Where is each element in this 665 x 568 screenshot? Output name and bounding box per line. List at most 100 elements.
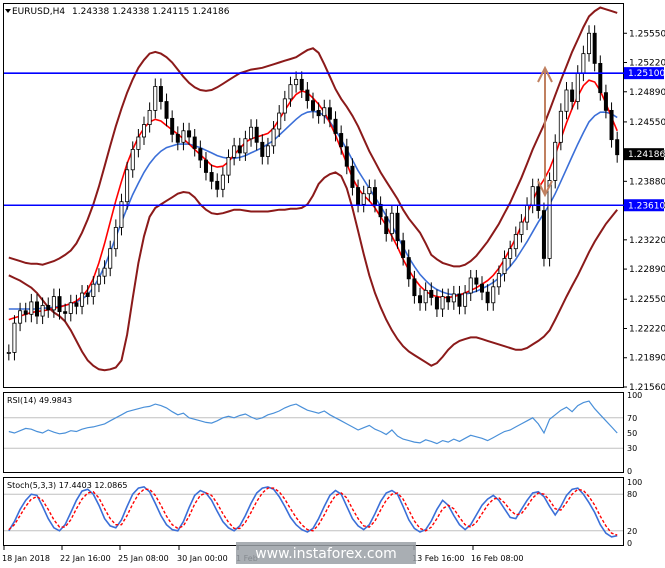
candle-body xyxy=(570,89,575,102)
rsi-panel-frame xyxy=(3,392,624,473)
candle-body xyxy=(598,63,603,94)
price-tick-label: 1.23880 xyxy=(629,177,665,187)
candle-body xyxy=(164,101,169,119)
candle-body xyxy=(587,32,592,55)
candle-body xyxy=(350,165,355,188)
candle-body xyxy=(553,141,558,181)
candle-body xyxy=(91,283,96,297)
candle-body xyxy=(305,89,310,102)
candle-body xyxy=(260,141,265,157)
time-tick-label: 25 Jan 08:00 xyxy=(118,554,169,563)
candle-body xyxy=(198,148,203,161)
candle-body xyxy=(395,212,400,242)
candle-body xyxy=(34,301,39,317)
candle-body xyxy=(249,126,254,140)
candle-body xyxy=(125,169,130,203)
lower-band-line xyxy=(8,171,618,372)
current-price-label: 1.24186 xyxy=(628,150,665,160)
candle-body xyxy=(479,283,484,293)
chart-symbol: EURUSD,H4 xyxy=(12,7,65,17)
candle-body xyxy=(519,221,524,235)
candle-body xyxy=(547,180,552,259)
candle-body xyxy=(406,257,411,280)
candle-body xyxy=(85,292,90,297)
candle-body xyxy=(581,53,586,74)
candle-body xyxy=(102,267,107,277)
candle-body xyxy=(158,86,163,102)
candle-body xyxy=(541,210,546,259)
candle-body xyxy=(192,136,197,149)
candlesticks xyxy=(6,25,620,361)
candle-body xyxy=(316,109,321,117)
candle-body xyxy=(491,286,496,304)
level-tag-label: 1.23610 xyxy=(628,201,665,211)
candle-body xyxy=(187,130,192,138)
time-tick-label: 22 Jan 16:00 xyxy=(60,554,111,563)
rsi-title: RSI(14) 49.9843 xyxy=(7,396,72,405)
candle-body xyxy=(29,301,34,315)
price-tick-label: 1.25550 xyxy=(629,29,665,39)
candle-body xyxy=(68,302,73,314)
candle-body xyxy=(232,145,237,158)
candle-body xyxy=(57,296,62,313)
candle-body xyxy=(429,289,434,298)
candle-body xyxy=(254,126,259,143)
price-tick-label: 1.24550 xyxy=(629,118,665,128)
osc-tick-label: 0 xyxy=(627,467,632,476)
price-tick-label: 1.21890 xyxy=(629,354,665,364)
stoch-plot xyxy=(4,486,623,538)
dropdown-triangle-icon[interactable] xyxy=(5,9,11,13)
price-tick-label: 1.22550 xyxy=(629,295,665,305)
candle-body xyxy=(136,136,141,150)
candle-body xyxy=(615,139,620,156)
osc-tick-label: 50 xyxy=(627,429,637,438)
candle-body xyxy=(401,240,406,258)
candle-body xyxy=(63,311,68,314)
osc-tick-label: 30 xyxy=(627,444,637,453)
candle-body xyxy=(423,289,428,304)
candle-body xyxy=(46,305,51,311)
candle-body xyxy=(108,248,113,269)
candle-body xyxy=(226,156,231,176)
candle-body xyxy=(310,100,315,111)
candle-body xyxy=(175,133,180,143)
candle-body xyxy=(344,146,349,167)
candle-body xyxy=(434,297,439,310)
candle-body xyxy=(6,352,11,354)
candle-body xyxy=(412,278,417,297)
candle-body xyxy=(463,292,468,307)
candle-body xyxy=(485,291,490,304)
candle-body xyxy=(361,193,366,205)
candle-body xyxy=(265,145,270,157)
candle-body xyxy=(153,86,158,111)
watermark-text: www.instaforex.com xyxy=(255,546,397,562)
stoch-title: Stoch(5,3,3) 17.4403 12.0865 xyxy=(7,481,127,490)
candle-body xyxy=(575,72,580,102)
candle-body xyxy=(451,293,456,303)
time-tick-label: 13 Feb 16:00 xyxy=(412,554,464,563)
candle-body xyxy=(525,204,530,223)
chart-root: EURUSD,H4 1.24338 1.24338 1.24115 1.2418… xyxy=(2,3,665,564)
candle-body xyxy=(215,180,220,190)
candle-body xyxy=(339,133,344,148)
candle-body xyxy=(356,187,361,205)
candle-body xyxy=(440,296,445,310)
rsi-plot xyxy=(4,400,623,449)
candle-body xyxy=(80,292,85,307)
price-tick-label: 1.24890 xyxy=(629,88,665,98)
candle-body xyxy=(142,124,147,138)
candle-body xyxy=(23,310,28,315)
candle-body xyxy=(12,322,17,353)
stoch-axis: 100 80 20 0 xyxy=(627,478,642,548)
candle-body xyxy=(277,112,282,130)
price-tick-label: 1.22890 xyxy=(629,265,665,275)
candle-body xyxy=(327,107,332,120)
candle-body xyxy=(592,32,597,64)
candle-body xyxy=(322,107,327,117)
candle-body xyxy=(372,187,377,205)
candle-body xyxy=(389,212,394,235)
level-tag-label: 1.25100 xyxy=(628,69,665,79)
osc-tick-label: 100 xyxy=(627,478,642,487)
candle-body xyxy=(237,145,242,154)
candle-body xyxy=(203,159,208,173)
